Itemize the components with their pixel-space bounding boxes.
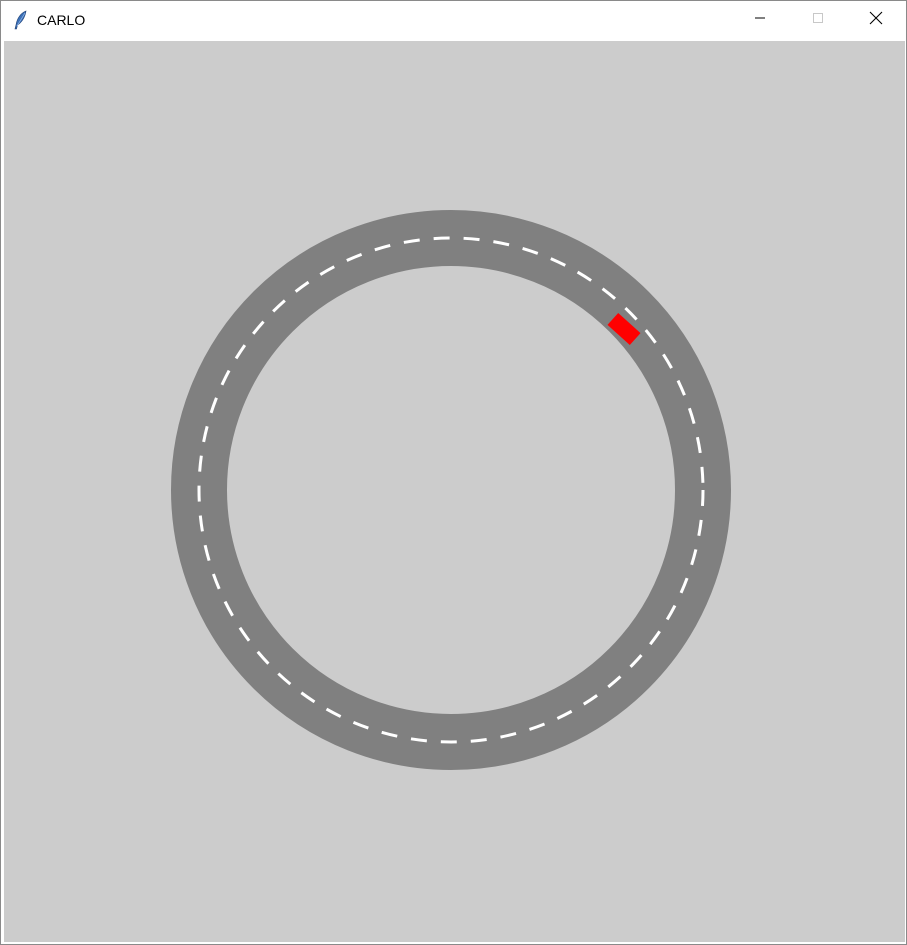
app-window: CARLO — [0, 0, 907, 945]
maximize-button[interactable] — [789, 1, 847, 39]
close-icon — [869, 11, 883, 30]
minimize-icon — [754, 11, 766, 29]
minimize-button[interactable] — [731, 1, 789, 39]
track-scene — [171, 210, 731, 770]
track-ring — [171, 210, 731, 770]
feather-icon — [13, 10, 29, 30]
title-bar[interactable]: CARLO — [1, 1, 906, 39]
maximize-icon — [812, 11, 824, 29]
game-canvas[interactable] — [4, 41, 905, 942]
close-button[interactable] — [847, 1, 905, 39]
window-title: CARLO — [37, 12, 86, 28]
